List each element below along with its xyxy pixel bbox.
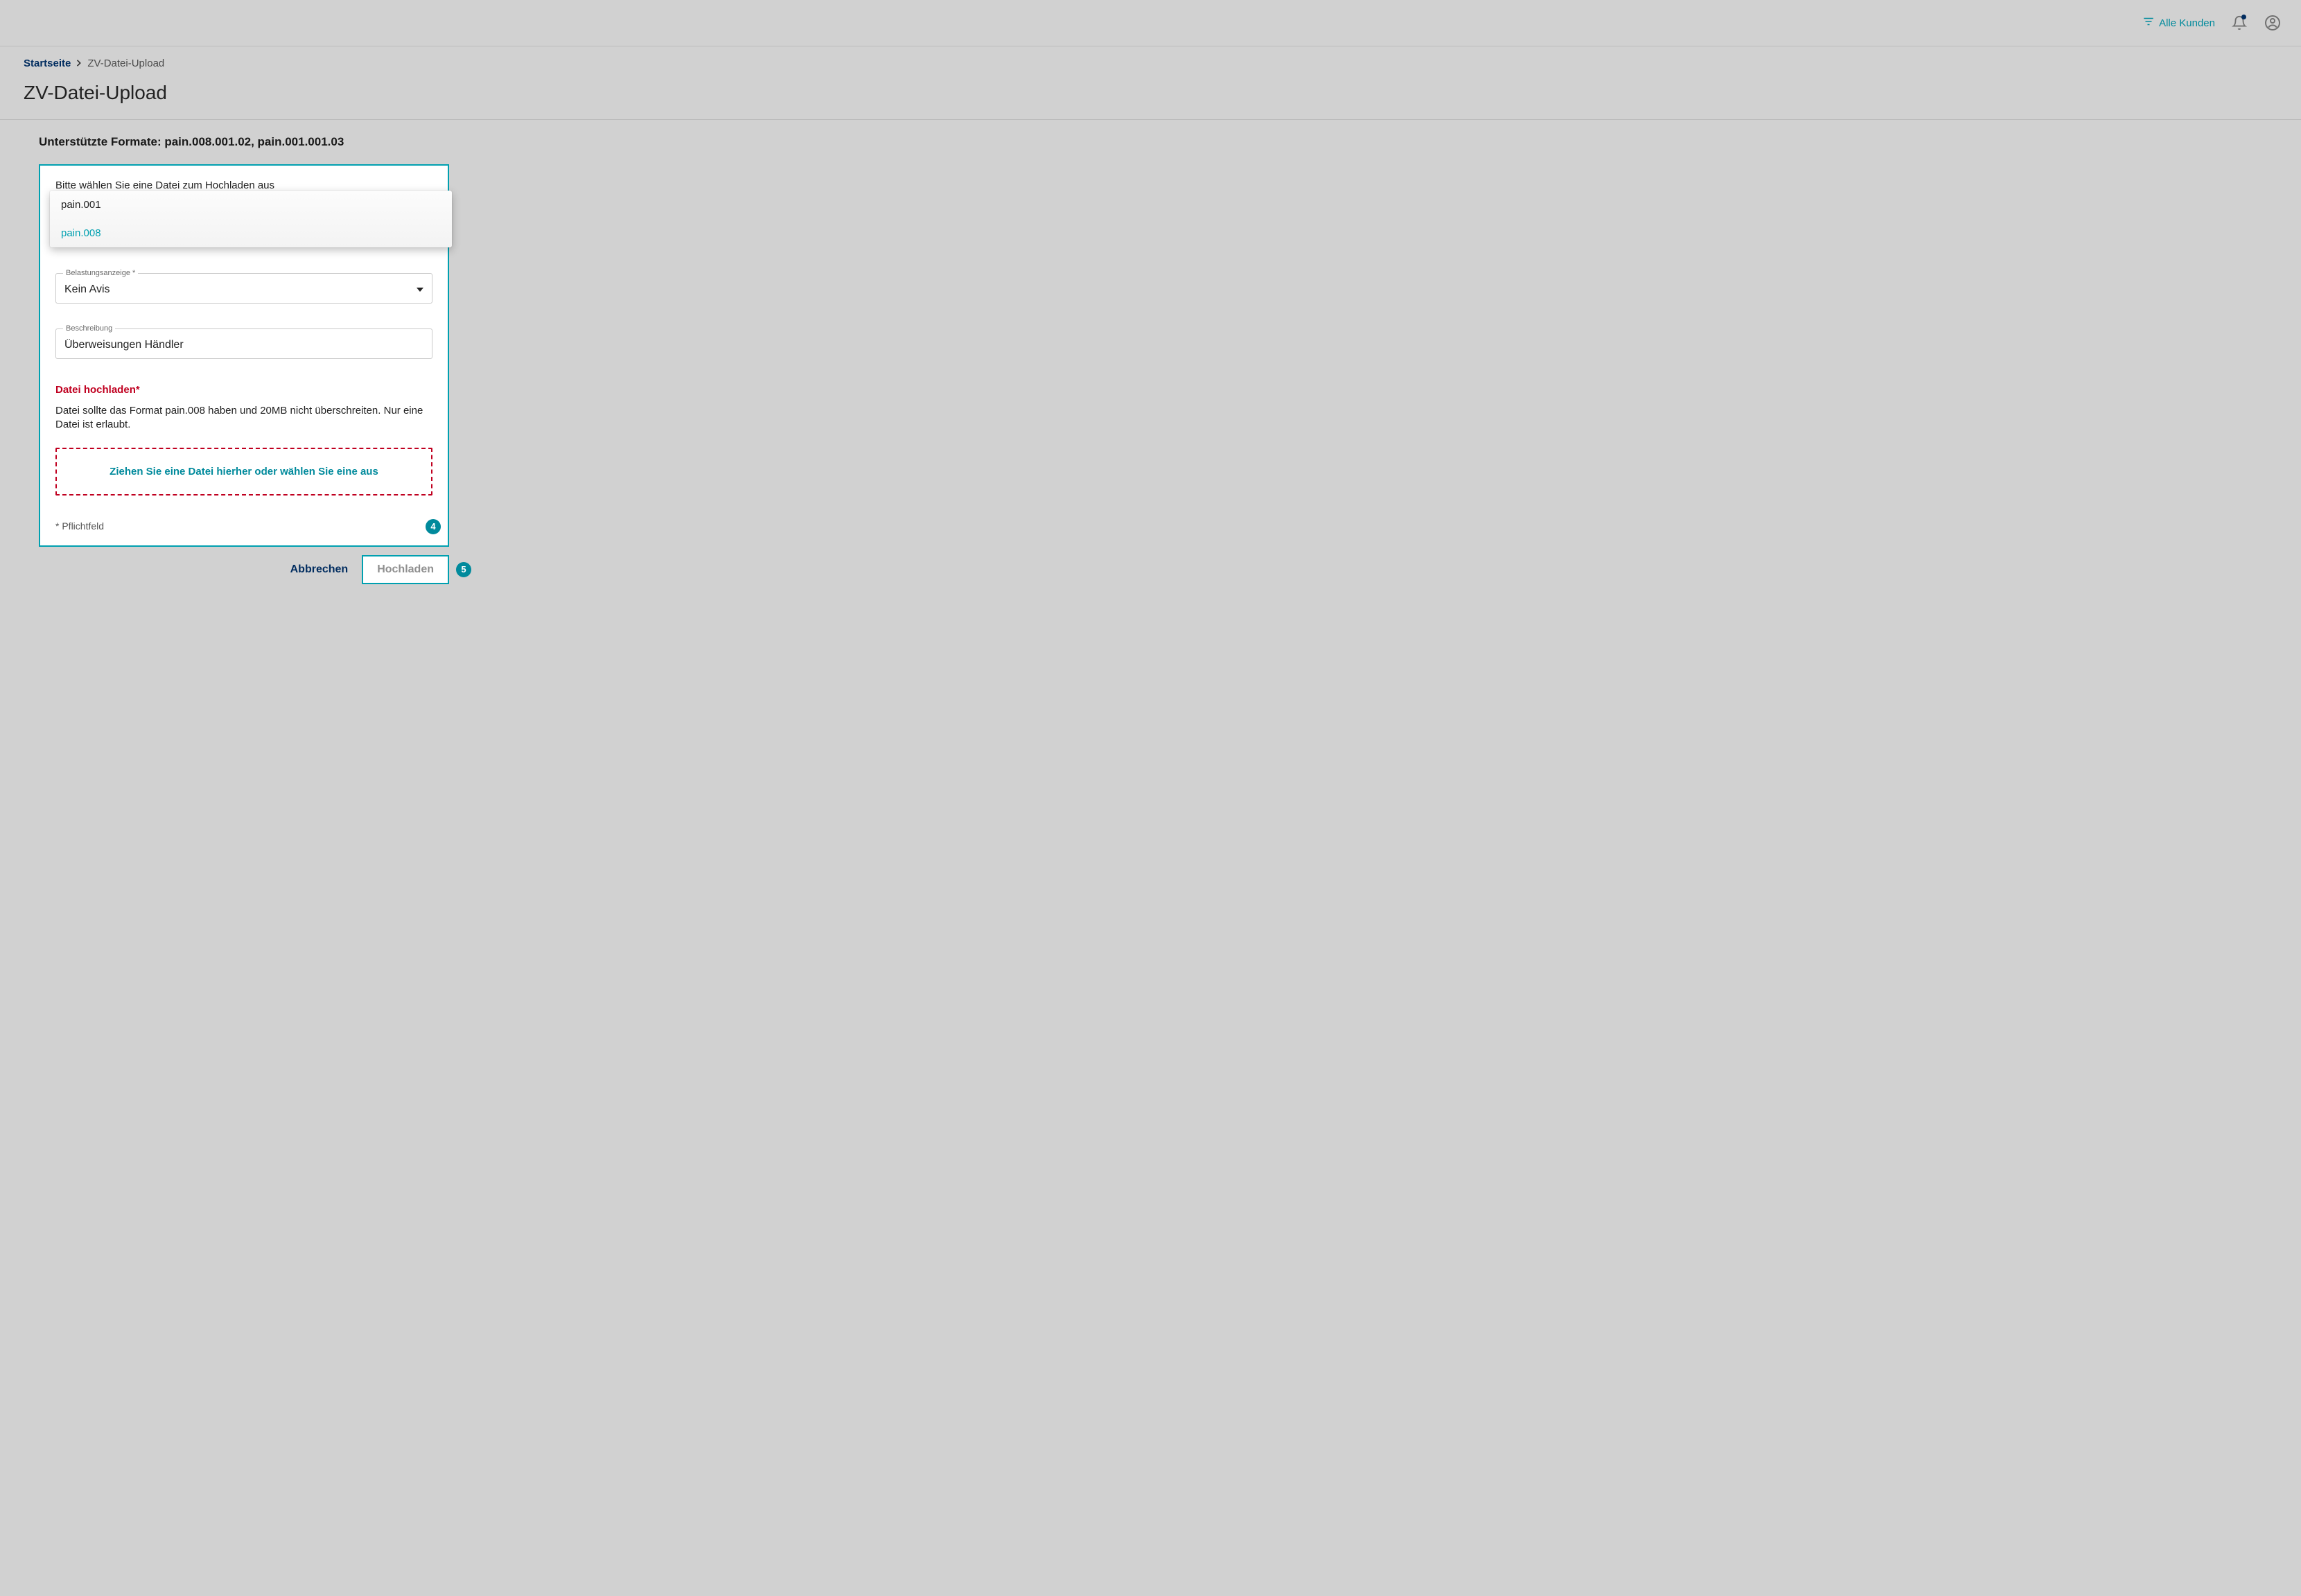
debit-notice-label: Belastungsanzeige * xyxy=(63,269,138,277)
file-dropzone[interactable]: Ziehen Sie eine Datei hierher oder wähle… xyxy=(55,448,432,496)
upload-hint-text: Datei sollte das Format pain.008 haben u… xyxy=(55,404,432,432)
upload-panel: Bitte wählen Sie eine Datei zum Hochlade… xyxy=(39,164,449,547)
breadcrumb: Startseite ZV-Datei-Upload xyxy=(24,58,2277,69)
dropzone-text: Ziehen Sie eine Datei hierher oder wähle… xyxy=(110,466,378,477)
description-input[interactable] xyxy=(64,339,423,351)
debit-notice-value: Kein Avis xyxy=(64,283,110,296)
notifications-button[interactable] xyxy=(2230,14,2248,32)
upload-section-title: Datei hochladen* xyxy=(55,384,432,396)
choose-file-prompt: Bitte wählen Sie eine Datei zum Hochlade… xyxy=(55,179,432,191)
page-title: ZV-Datei-Upload xyxy=(24,82,2277,104)
page-header: Startseite ZV-Datei-Upload ZV-Datei-Uplo… xyxy=(0,46,2301,120)
account-button[interactable] xyxy=(2264,14,2282,32)
customer-filter[interactable]: Alle Kunden xyxy=(2142,15,2215,30)
description-field-wrapper: Beschreibung xyxy=(55,328,432,359)
cancel-button[interactable]: Abbrechen xyxy=(290,563,349,576)
breadcrumb-home-link[interactable]: Startseite xyxy=(24,58,71,69)
content-area: Unterstützte Formate: pain.008.001.02, p… xyxy=(0,120,2301,612)
file-type-option-pain008[interactable]: pain.008 xyxy=(50,219,452,247)
step-badge-4: 4 xyxy=(426,519,441,534)
customer-filter-label: Alle Kunden xyxy=(2159,17,2215,29)
debit-notice-select[interactable]: Belastungsanzeige * Kein Avis xyxy=(55,273,432,304)
file-type-option-pain001[interactable]: pain.001 xyxy=(50,191,452,219)
required-field-note: * Pflichtfeld xyxy=(55,520,432,532)
step-badge-5: 5 xyxy=(456,562,471,577)
description-label: Beschreibung xyxy=(63,324,115,333)
filter-icon xyxy=(2142,15,2155,30)
action-row: Abbrechen Hochladen 5 xyxy=(39,555,449,584)
caret-down-icon xyxy=(417,288,423,292)
breadcrumb-current: ZV-Datei-Upload xyxy=(87,58,164,69)
top-bar: Alle Kunden xyxy=(0,0,2301,46)
upload-button[interactable]: Hochladen xyxy=(362,555,449,584)
file-type-dropdown: pain.001 pain.008 xyxy=(50,191,452,247)
notification-dot-icon xyxy=(2241,15,2246,19)
supported-formats-text: Unterstützte Formate: pain.008.001.02, p… xyxy=(39,135,2301,149)
chevron-right-icon xyxy=(76,59,82,69)
